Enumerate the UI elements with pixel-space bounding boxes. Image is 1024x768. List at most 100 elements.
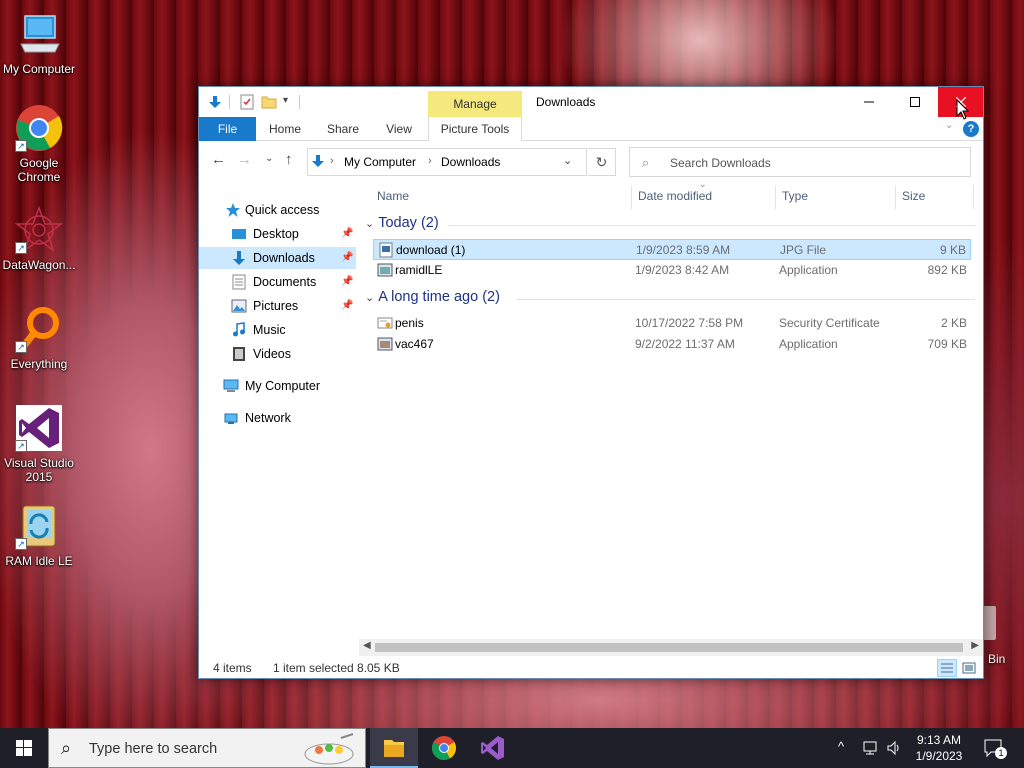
recent-locations-dropdown[interactable]: ⌄ xyxy=(265,153,273,164)
jpg-file-icon xyxy=(379,242,393,258)
file-row[interactable]: ramidlLE 1/9/2023 8:42 AM Application 89… xyxy=(373,260,971,281)
forward-button[interactable]: → xyxy=(237,151,252,168)
column-header-type[interactable]: Type xyxy=(782,189,808,203)
nav-my-computer[interactable]: My Computer xyxy=(199,375,356,397)
nav-quick-access[interactable]: Quick access xyxy=(199,199,356,221)
desktop-icon-datawagon[interactable]: ↗ DataWagon... xyxy=(0,205,78,272)
maximize-button[interactable] xyxy=(892,87,938,117)
nav-label: Downloads xyxy=(253,251,315,265)
notification-badge: 1 xyxy=(995,747,1007,759)
file-date: 1/9/2023 8:59 AM xyxy=(636,243,731,257)
desktop-folder-icon xyxy=(232,229,246,239)
column-divider[interactable] xyxy=(895,185,896,209)
group-header-today[interactable]: ⌄ Today (2) xyxy=(365,215,439,231)
help-icon[interactable]: ? xyxy=(963,121,979,137)
pin-icon[interactable]: 📌 xyxy=(341,271,353,293)
nav-network[interactable]: Network xyxy=(199,407,356,429)
file-row[interactable]: vac467 9/2/2022 11:37 AM Application 709… xyxy=(373,334,971,355)
refresh-button[interactable]: ↻ xyxy=(588,148,616,176)
file-size: 892 KB xyxy=(927,263,967,277)
breadcrumb-downloads[interactable]: Downloads xyxy=(441,155,500,169)
desktop-icon-my-computer[interactable]: My Computer xyxy=(0,10,78,76)
address-bar[interactable]: › My Computer › Downloads ⌄ xyxy=(307,148,587,176)
desktop-icon-label: RAM Idle LE xyxy=(5,554,73,568)
file-row[interactable]: download (1) 1/9/2023 8:59 AM JPG File 9… xyxy=(373,239,971,260)
pin-icon[interactable]: 📌 xyxy=(341,295,353,317)
properties-icon[interactable] xyxy=(239,94,255,110)
large-icons-view-icon xyxy=(962,662,976,674)
new-folder-icon[interactable] xyxy=(261,94,277,110)
pin-icon[interactable]: 📌 xyxy=(341,247,353,269)
column-header-date-modified[interactable]: Date modified xyxy=(638,189,712,203)
taskbar-clock[interactable]: 9:13 AM 1/9/2023 xyxy=(906,732,972,764)
down-arrow-icon[interactable] xyxy=(207,94,223,110)
action-center-button[interactable]: 1 xyxy=(980,728,1010,768)
horizontal-scrollbar[interactable]: ◀ ▶ xyxy=(359,639,983,656)
breadcrumb-my-computer[interactable]: My Computer xyxy=(344,155,416,169)
nav-item-videos[interactable]: Videos xyxy=(199,343,356,365)
title-bar[interactable]: ▾ Manage Downloads xyxy=(199,87,983,117)
nav-item-desktop[interactable]: Desktop 📌 xyxy=(199,223,356,245)
file-name: ramidlLE xyxy=(395,263,443,277)
group-divider xyxy=(517,299,975,300)
downloads-location-icon xyxy=(310,153,326,172)
column-header-name[interactable]: Name xyxy=(377,189,409,203)
desktop-icon-everything[interactable]: ↗ Everything xyxy=(0,305,78,371)
scrollbar-thumb[interactable] xyxy=(375,643,963,652)
taskbar-search-box[interactable]: ⌕ Type here to search xyxy=(48,728,366,768)
manage-contextual-tab[interactable]: Manage xyxy=(428,91,522,117)
taskbar-visual-studio[interactable] xyxy=(468,728,516,768)
nav-label: Quick access xyxy=(245,203,320,217)
nav-item-pictures[interactable]: Pictures 📌 xyxy=(199,295,356,317)
file-row[interactable]: penis 10/17/2022 7:58 PM Security Certif… xyxy=(373,313,971,334)
tab-file[interactable]: File xyxy=(199,117,256,141)
scroll-left-icon[interactable]: ◀ xyxy=(363,640,371,651)
status-selected: 1 item selected xyxy=(273,661,354,675)
tab-picture-tools[interactable]: Picture Tools xyxy=(428,117,522,141)
downloads-folder-icon xyxy=(233,251,245,265)
search-placeholder: Search Downloads xyxy=(670,156,771,170)
breadcrumb-separator[interactable]: › xyxy=(330,155,334,167)
desktop-icon-label: DataWagon... xyxy=(2,258,76,272)
qat-dropdown-icon[interactable]: ▾ xyxy=(283,95,288,106)
start-button[interactable] xyxy=(0,728,48,768)
desktop-icon-google-chrome[interactable]: ↗ Google Chrome xyxy=(0,104,78,184)
file-list: Name ⌄ Date modified Type Size ⌄ Today (2… xyxy=(365,179,977,633)
search-box[interactable]: ⌕ Search Downloads xyxy=(629,147,971,177)
recycle-bin-icon[interactable] xyxy=(982,606,996,640)
refresh-icon: ↻ xyxy=(595,154,608,170)
clock-date: 1/9/2023 xyxy=(915,749,963,763)
nav-label: Music xyxy=(253,323,286,337)
address-dropdown-icon[interactable]: ⌄ xyxy=(563,154,572,167)
large-icons-view-button[interactable] xyxy=(959,659,979,677)
details-view-icon xyxy=(941,663,953,673)
up-button[interactable]: ↑ xyxy=(285,151,293,168)
taskbar-chrome[interactable] xyxy=(420,728,468,768)
breadcrumb-separator[interactable]: › xyxy=(428,155,432,167)
column-divider[interactable] xyxy=(973,185,974,209)
nav-item-music[interactable]: Music xyxy=(199,319,356,341)
column-header-size[interactable]: Size xyxy=(902,189,925,203)
group-header-long-time-ago[interactable]: ⌄ A long time ago (2) xyxy=(365,289,500,305)
desktop-icon-ram-idle[interactable]: ↗ RAM Idle LE xyxy=(0,502,78,568)
tab-home[interactable]: Home xyxy=(259,117,311,141)
column-divider[interactable] xyxy=(775,185,776,209)
file-explorer-window: ▾ Manage Downloads File Home Share View … xyxy=(198,86,984,679)
qat-separator xyxy=(299,95,300,109)
column-divider[interactable] xyxy=(631,185,632,209)
minimize-button[interactable] xyxy=(846,87,892,117)
details-view-button[interactable] xyxy=(937,659,957,677)
nav-item-downloads[interactable]: Downloads 📌 xyxy=(199,247,356,269)
nav-item-documents[interactable]: Documents 📌 xyxy=(199,271,356,293)
taskbar-file-explorer[interactable] xyxy=(370,728,418,768)
tab-view[interactable]: View xyxy=(373,117,425,141)
expand-ribbon-icon[interactable]: ⌄ xyxy=(945,120,953,131)
shortcut-arrow-icon: ↗ xyxy=(15,538,27,550)
certificate-icon xyxy=(377,317,393,329)
nav-label: Network xyxy=(245,411,291,425)
tab-share[interactable]: Share xyxy=(317,117,369,141)
scroll-right-icon[interactable]: ▶ xyxy=(971,640,979,651)
back-button[interactable]: ← xyxy=(211,151,226,168)
desktop-icon-visual-studio[interactable]: ↗ Visual Studio 2015 xyxy=(0,404,78,484)
pin-icon[interactable]: 📌 xyxy=(341,223,353,245)
